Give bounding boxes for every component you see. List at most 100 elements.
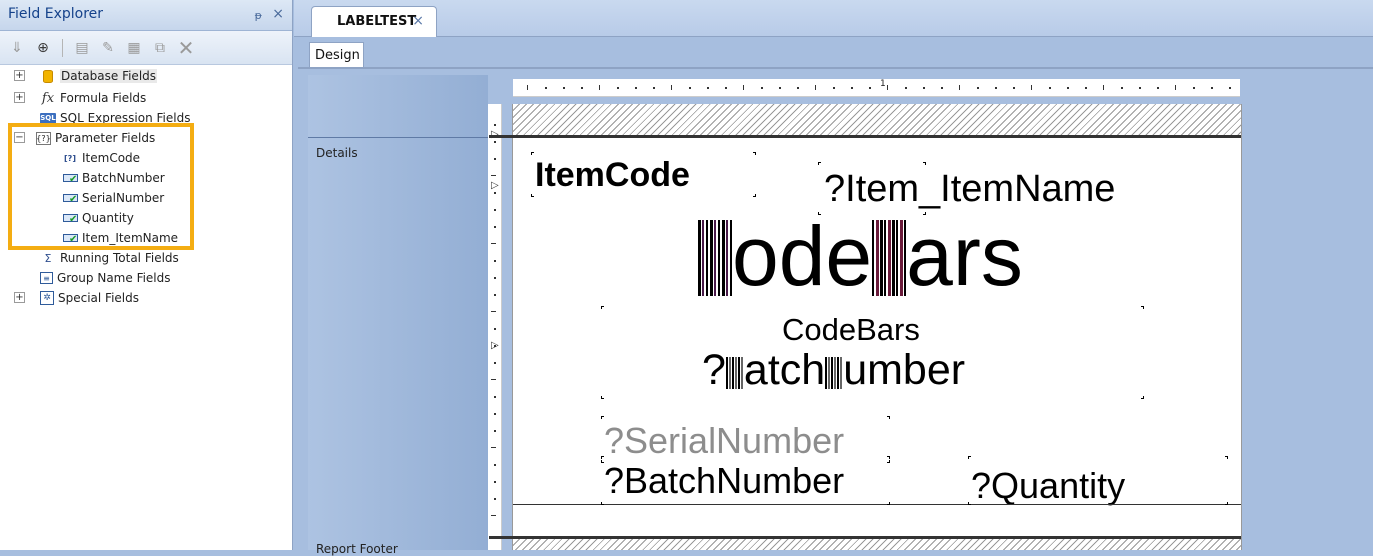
expand-icon[interactable]: + <box>14 70 25 81</box>
page-header-hatch <box>513 104 1241 135</box>
tree-node-label: Group Name Fields <box>57 271 171 285</box>
section-divider <box>308 137 488 138</box>
object-corner-marker <box>818 162 821 165</box>
ruler-tick <box>599 85 600 90</box>
tab-label: LABELTEST <box>337 14 417 29</box>
object-corner-marker <box>968 502 971 505</box>
ruler-tick <box>941 87 943 89</box>
section-label-details[interactable]: Details <box>316 146 358 160</box>
object-corner-marker <box>601 460 604 463</box>
itemcode-field[interactable]: ItemCode <box>535 156 690 195</box>
object-corner-marker <box>818 212 821 215</box>
tree-node-group-name-fields[interactable]: ≡ Group Name Fields <box>40 268 171 288</box>
barcode-caption[interactable]: CodeBars <box>782 312 920 348</box>
tab-labeltest[interactable]: LABELTEST × <box>311 6 437 37</box>
ruler-tick <box>494 328 496 330</box>
sql-icon: SQL <box>40 112 56 124</box>
edit-icon[interactable]: ✎ <box>99 39 117 57</box>
ruler-tick <box>1211 87 1213 89</box>
barcode-glyph <box>725 357 744 389</box>
serialnumber-field[interactable]: ?SerialNumber <box>604 420 844 462</box>
field-explorer-panel: Field Explorer ᵽ × ⇓ ⊕ ▤ ✎ ▦ ⧉ ✕ + Datab… <box>0 0 293 550</box>
ruler-tick <box>494 141 496 143</box>
object-corner-marker <box>601 502 604 505</box>
tree-node-label: Running Total Fields <box>60 251 179 265</box>
document-tab-bar: LABELTEST × <box>294 0 1373 37</box>
details-bottom-line <box>513 504 1241 505</box>
ruler-tick <box>797 87 799 89</box>
ruler-tick <box>1229 87 1231 89</box>
browse-icon[interactable]: ⊕ <box>34 39 52 57</box>
barcode-text: ? <box>702 346 726 394</box>
tab-design[interactable]: Design <box>309 42 364 68</box>
tree-node-formula-fields[interactable]: + fx Formula Fields <box>14 88 146 108</box>
section-label-report-footer[interactable]: Report Footer <box>316 542 398 556</box>
ruler-tick <box>491 379 496 380</box>
field-explorer-title: Field Explorer <box>8 6 104 22</box>
ruler-tick <box>494 124 496 126</box>
object-corner-marker <box>968 456 971 459</box>
object-corner-marker <box>1141 306 1144 309</box>
object-corner-marker <box>887 456 890 459</box>
insert-icon[interactable]: ⇓ <box>8 39 26 57</box>
ruler-tick <box>545 87 547 89</box>
batchnumber-field[interactable]: ?BatchNumber <box>604 460 844 502</box>
close-tab-icon[interactable]: × <box>412 13 424 29</box>
guide-arrow-icon: ▷ <box>491 340 499 351</box>
delete-icon[interactable]: ✕ <box>177 36 195 60</box>
section-arrow-icon: ▷ <box>491 129 499 140</box>
running-total-icon: Σ <box>44 251 52 265</box>
ruler-tick <box>887 85 888 90</box>
group-name-icon: ≡ <box>40 272 53 284</box>
ruler-tick <box>563 87 565 89</box>
tree-node-database-fields[interactable]: + Database Fields <box>14 66 158 86</box>
barcode-codebars[interactable]: ode ars <box>698 214 1023 306</box>
horizontal-ruler: 1 <box>513 79 1240 97</box>
ruler-tick <box>527 85 528 90</box>
expand-icon[interactable]: + <box>14 92 25 103</box>
tree-node-label: Formula Fields <box>60 91 147 105</box>
item-itemname-field[interactable]: ?Item_ItemName <box>824 168 1115 211</box>
ruler-tick <box>1157 87 1159 89</box>
field-explorer-toolbar: ⇓ ⊕ ▤ ✎ ▦ ⧉ ✕ <box>0 31 292 65</box>
object-corner-marker <box>601 456 604 459</box>
field-explorer-header: Field Explorer ᵽ × <box>0 0 292 31</box>
object-corner-marker <box>601 416 604 419</box>
object-corner-marker <box>923 162 926 165</box>
ruler-tick <box>1013 87 1015 89</box>
quantity-field[interactable]: ?Quantity <box>971 465 1125 507</box>
object-corner-marker <box>1225 502 1228 505</box>
formula-icon: fx <box>41 90 55 106</box>
pin-icon[interactable]: ᵽ <box>255 9 262 22</box>
object-corner-marker <box>531 194 534 197</box>
report-canvas[interactable]: ▷ ▷ ▷ ItemCode ?Item_ItemName ode ars Cod… <box>489 104 1242 550</box>
barcode-glyph <box>698 220 732 296</box>
object-corner-marker <box>887 460 890 463</box>
ruler-tick <box>1049 87 1051 89</box>
toolbar-separator <box>62 38 63 57</box>
close-panel-button[interactable]: × <box>272 6 284 22</box>
ruler-tick <box>779 87 781 89</box>
ruler-tick <box>995 87 997 89</box>
ruler-tick <box>494 362 496 364</box>
ruler-tick <box>905 87 907 89</box>
new-icon[interactable]: ▤ <box>73 39 91 57</box>
batch-barcode[interactable]: ? atch umber <box>702 345 965 395</box>
ruler-tick <box>815 85 816 90</box>
object-corner-marker <box>923 212 926 215</box>
ruler-tick <box>725 87 727 89</box>
ruler-tick <box>491 515 496 516</box>
object-corner-marker <box>601 396 604 399</box>
object-corner-marker <box>1225 456 1228 459</box>
ruler-tick <box>761 87 763 89</box>
copy-icon[interactable]: ⧉ <box>151 39 169 57</box>
tree-node-special-fields[interactable]: + ✲ Special Fields <box>14 288 139 308</box>
ruler-tick <box>494 464 496 466</box>
rename-icon[interactable]: ▦ <box>125 39 143 57</box>
ruler-tick <box>707 87 709 89</box>
ruler-tick <box>743 85 744 90</box>
expand-icon[interactable]: + <box>14 292 25 303</box>
tree-node-running-total-fields[interactable]: Σ Running Total Fields <box>40 248 179 268</box>
ruler-tick <box>923 87 925 89</box>
ruler-tick <box>491 447 496 448</box>
